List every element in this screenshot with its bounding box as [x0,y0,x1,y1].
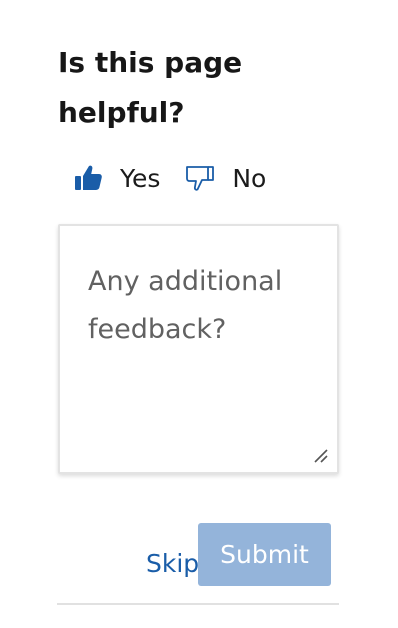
skip-link[interactable]: Skip [146,546,199,582]
divider [57,603,339,605]
feedback-question: Is this page helpful? [58,46,243,129]
no-label: No [232,163,267,193]
no-button[interactable]: No [184,162,266,194]
feedback-textarea-container [58,224,339,474]
vote-buttons: Yes No [72,160,266,196]
resize-grip-icon[interactable] [313,448,329,464]
yes-button[interactable]: Yes [72,162,160,194]
feedback-textarea[interactable] [60,226,337,472]
yes-label: Yes [120,163,161,193]
thumbs-down-icon [184,162,216,194]
thumbs-up-icon [72,162,104,194]
submit-button[interactable]: Submit [198,523,331,586]
